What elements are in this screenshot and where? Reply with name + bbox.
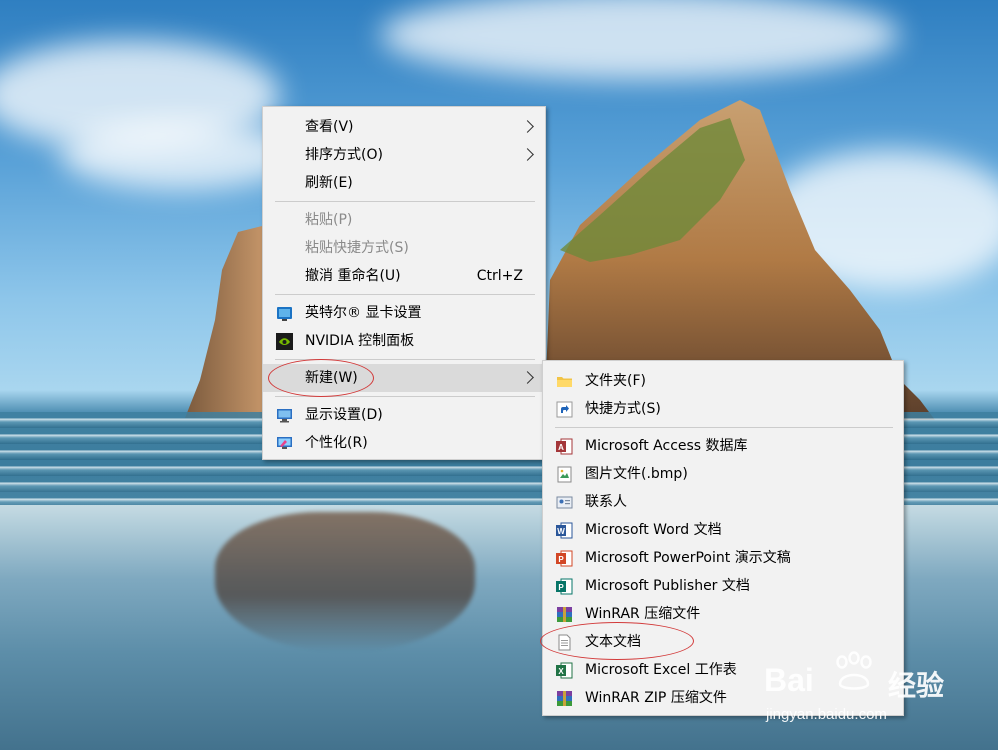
menu-item-new-access[interactable]: A Microsoft Access 数据库: [543, 432, 903, 460]
baidu-paw-icon: [836, 651, 872, 690]
menu-item-new-word[interactable]: W Microsoft Word 文档: [543, 516, 903, 544]
watermark-brand: Bai: [764, 662, 814, 698]
svg-text:X: X: [558, 667, 564, 676]
svg-text:A: A: [558, 443, 564, 452]
display-settings-icon: [277, 409, 292, 423]
menu-separator: [555, 427, 893, 428]
menu-item-label: 联系人: [585, 494, 627, 510]
menu-separator: [275, 294, 535, 295]
menu-item-new-folder[interactable]: 文件夹(F): [543, 367, 903, 395]
winrar-zip-icon: [557, 691, 572, 706]
menu-item-sort-by[interactable]: 排序方式(O): [263, 141, 545, 169]
menu-item-display-settings[interactable]: 显示设置(D): [263, 401, 545, 429]
menu-item-label: Microsoft Word 文档: [585, 522, 722, 538]
menu-item-label: 英特尔® 显卡设置: [305, 305, 422, 321]
menu-item-label: 个性化(R): [305, 435, 368, 451]
menu-item-label: Microsoft Excel 工作表: [585, 662, 737, 678]
annotation-circle-new: [268, 359, 374, 397]
excel-icon: X: [556, 662, 573, 679]
winrar-icon: [557, 607, 572, 622]
personalize-icon: [277, 437, 292, 449]
svg-text:W: W: [557, 527, 565, 536]
menu-item-label: Microsoft PowerPoint 演示文稿: [585, 550, 791, 566]
menu-item-label: WinRAR ZIP 压缩文件: [585, 690, 727, 706]
menu-item-label: 快捷方式(S): [585, 401, 661, 417]
menu-item-view[interactable]: 查看(V): [263, 113, 545, 141]
menu-item-paste-shortcut[interactable]: 粘贴快捷方式(S): [263, 234, 545, 262]
menu-item-label: 撤消 重命名(U): [305, 268, 401, 284]
svg-text:P: P: [558, 583, 564, 592]
folder-icon: [557, 377, 572, 387]
chevron-right-icon: [521, 141, 535, 169]
menu-item-shortcut: Ctrl+Z: [476, 268, 523, 284]
desktop-context-menu: 查看(V) 排序方式(O) 刷新(E) 粘贴(P) 粘贴快捷方式(S) 撤消 重…: [262, 106, 546, 460]
shortcut-icon: [556, 401, 573, 418]
menu-item-refresh[interactable]: 刷新(E): [263, 169, 545, 197]
menu-item-label: 图片文件(.bmp): [585, 466, 688, 482]
svg-text:P: P: [558, 555, 564, 564]
menu-item-label: 排序方式(O): [305, 147, 383, 163]
menu-item-new-bmp[interactable]: 图片文件(.bmp): [543, 460, 903, 488]
menu-item-undo-rename[interactable]: 撤消 重命名(U) Ctrl+Z: [263, 262, 545, 290]
access-icon: A: [556, 438, 573, 455]
publisher-icon: P: [556, 578, 573, 595]
powerpoint-icon: P: [556, 550, 573, 567]
menu-item-label: 粘贴(P): [305, 212, 353, 228]
menu-item-label: Microsoft Access 数据库: [585, 438, 748, 454]
menu-item-nvidia[interactable]: NVIDIA 控制面板: [263, 327, 545, 355]
chevron-right-icon: [521, 364, 535, 392]
menu-item-new-shortcut[interactable]: 快捷方式(S): [543, 395, 903, 423]
menu-item-label: NVIDIA 控制面板: [305, 333, 415, 349]
menu-item-intel-graphics[interactable]: 英特尔® 显卡设置: [263, 299, 545, 327]
menu-item-label: WinRAR 压缩文件: [585, 606, 701, 622]
baidu-watermark: Bai 经验 jingyan.baidu.com: [760, 650, 992, 730]
menu-item-new-powerpoint[interactable]: P Microsoft PowerPoint 演示文稿: [543, 544, 903, 572]
menu-item-paste[interactable]: 粘贴(P): [263, 206, 545, 234]
annotation-circle-text-document: [540, 622, 694, 660]
intel-graphics-icon: [277, 307, 292, 321]
contact-icon: [556, 496, 573, 509]
chevron-right-icon: [521, 113, 535, 141]
word-icon: W: [556, 522, 573, 539]
nvidia-icon: [276, 333, 293, 350]
watermark-url: jingyan.baidu.com: [766, 706, 887, 723]
menu-item-new-contact[interactable]: 联系人: [543, 488, 903, 516]
watermark-brand-suffix: 经验: [888, 670, 945, 701]
menu-item-label: 粘贴快捷方式(S): [305, 240, 409, 256]
menu-item-personalize[interactable]: 个性化(R): [263, 429, 545, 457]
menu-item-label: 文件夹(F): [585, 373, 646, 389]
menu-item-label: 查看(V): [305, 119, 354, 135]
menu-item-new-publisher[interactable]: P Microsoft Publisher 文档: [543, 572, 903, 600]
rock-reflection: [215, 512, 475, 652]
menu-item-label: 显示设置(D): [305, 407, 383, 423]
menu-separator: [275, 201, 535, 202]
menu-item-label: 刷新(E): [305, 175, 353, 191]
bmp-image-icon: [557, 466, 572, 483]
menu-item-label: Microsoft Publisher 文档: [585, 578, 750, 594]
